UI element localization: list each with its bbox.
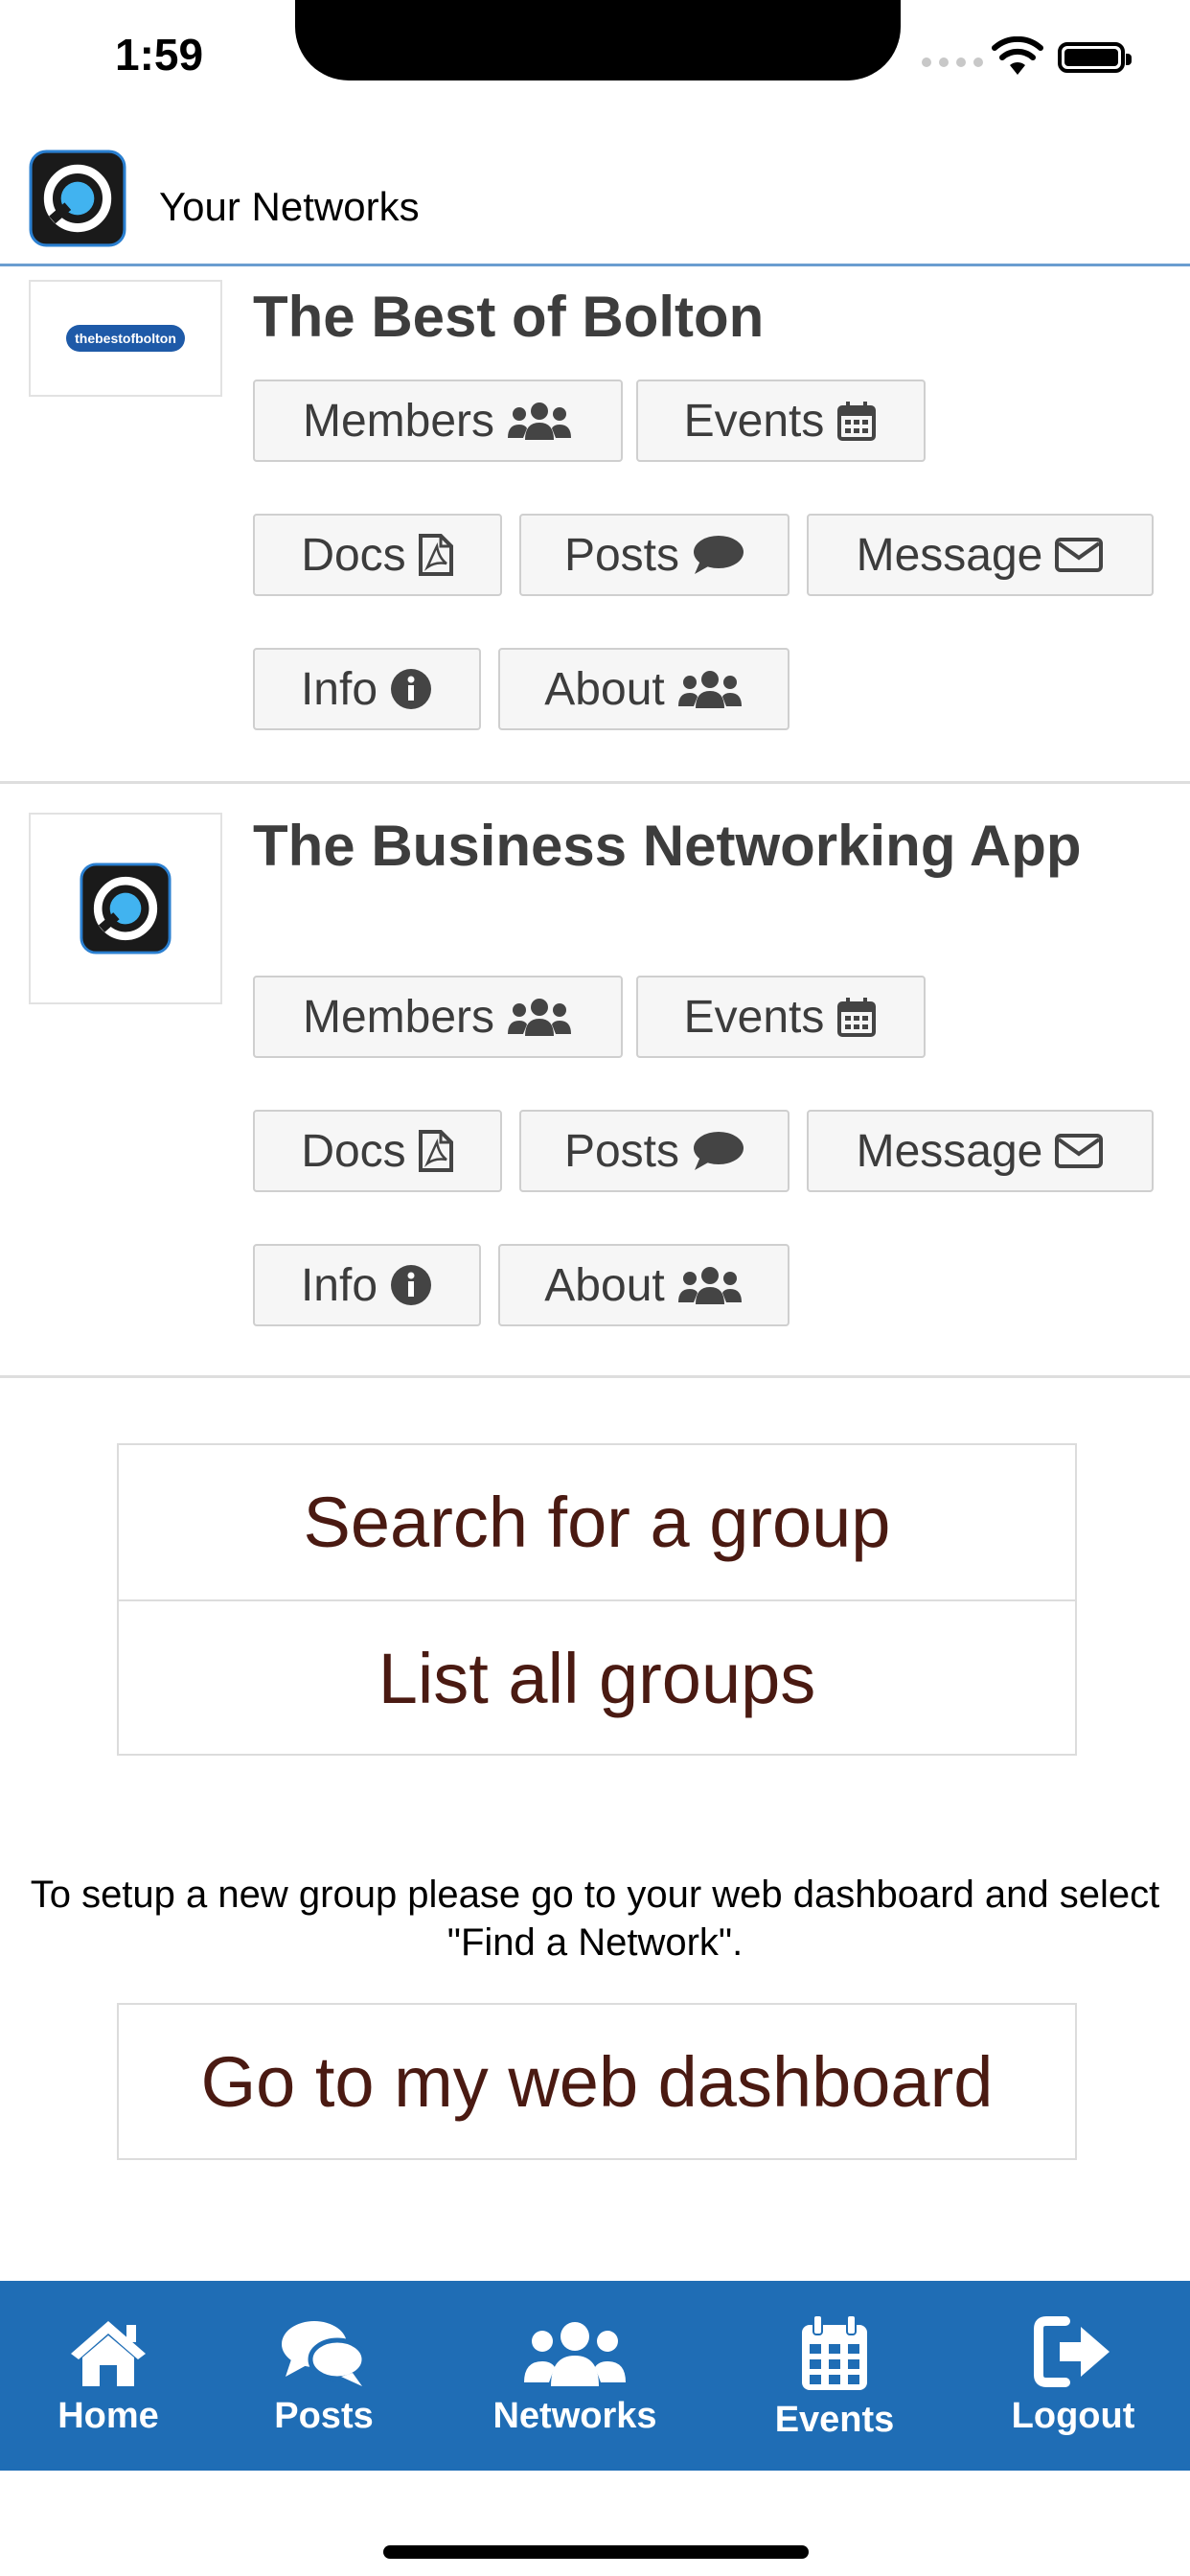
members-button[interactable]: Members xyxy=(253,976,623,1058)
cellular-signal-icon xyxy=(922,58,983,67)
about-button[interactable]: About xyxy=(498,648,790,730)
network-logo[interactable]: thebestofbolton xyxy=(29,280,222,397)
comment-icon xyxy=(694,1132,744,1170)
comments-icon xyxy=(282,2321,367,2386)
message-button[interactable]: Message xyxy=(807,514,1154,596)
events-button[interactable]: Events xyxy=(636,976,926,1058)
calendar-icon xyxy=(802,2315,867,2390)
tab-networks[interactable]: Networks xyxy=(479,2281,671,2471)
envelope-icon xyxy=(1055,538,1104,572)
users-icon xyxy=(677,1267,742,1304)
web-dashboard-button[interactable]: Go to my web dashboard xyxy=(117,2003,1077,2160)
message-button[interactable]: Message xyxy=(807,1110,1154,1192)
comment-icon xyxy=(694,536,744,574)
pdf-file-icon xyxy=(418,534,453,576)
search-group-button[interactable]: Search for a group xyxy=(119,1445,1075,1599)
app-logo-icon xyxy=(80,862,172,954)
envelope-icon xyxy=(1055,1134,1104,1168)
setup-note: To setup a new group please go to your w… xyxy=(30,1874,1160,1964)
info-icon xyxy=(391,1265,432,1305)
docs-button[interactable]: Docs xyxy=(253,1110,502,1192)
status-bar: 1:59 xyxy=(0,0,1190,125)
home-indicator xyxy=(383,2545,809,2559)
posts-button[interactable]: Posts xyxy=(519,1110,790,1192)
events-button[interactable]: Events xyxy=(636,380,926,462)
group-actions: Search for a group List all groups xyxy=(117,1443,1077,1756)
network-title: The Business Networking App xyxy=(253,814,1082,878)
tab-logout[interactable]: Logout xyxy=(996,2281,1150,2471)
docs-button[interactable]: Docs xyxy=(253,514,502,596)
app-header: Your Networks xyxy=(0,142,1190,266)
list-all-groups-button[interactable]: List all groups xyxy=(119,1599,1075,1756)
wifi-icon xyxy=(992,36,1043,75)
about-button[interactable]: About xyxy=(498,1244,790,1326)
info-button[interactable]: Info xyxy=(253,1244,481,1326)
page-title: Your Networks xyxy=(159,184,420,229)
bolton-logo-badge: thebestofbolton xyxy=(66,325,185,352)
users-icon xyxy=(524,2322,626,2386)
info-button[interactable]: Info xyxy=(253,648,481,730)
calendar-icon xyxy=(837,998,877,1037)
app-logo-icon xyxy=(29,150,126,247)
network-title: The Best of Bolton xyxy=(253,285,765,349)
posts-button[interactable]: Posts xyxy=(519,514,790,596)
bottom-tab-bar: Home Posts Networks Events Logout xyxy=(0,2281,1190,2471)
calendar-icon xyxy=(837,402,877,441)
tab-events[interactable]: Events xyxy=(763,2281,906,2471)
battery-icon xyxy=(1058,42,1132,73)
users-icon xyxy=(508,999,572,1036)
network-card-business-networking-app: The Business Networking App Members Even… xyxy=(0,784,1190,1378)
users-icon xyxy=(677,671,742,708)
logout-icon xyxy=(1034,2316,1110,2387)
status-time: 1:59 xyxy=(115,30,204,80)
home-icon xyxy=(71,2321,146,2386)
members-button[interactable]: Members xyxy=(253,380,623,462)
network-logo[interactable] xyxy=(29,813,222,1004)
info-icon xyxy=(391,669,432,709)
network-card-best-of-bolton: thebestofbolton The Best of Bolton Membe… xyxy=(0,266,1190,784)
pdf-file-icon xyxy=(418,1130,453,1172)
tab-home[interactable]: Home xyxy=(38,2281,178,2471)
users-icon xyxy=(508,402,572,440)
tab-posts[interactable]: Posts xyxy=(261,2281,387,2471)
device-notch xyxy=(295,0,901,80)
